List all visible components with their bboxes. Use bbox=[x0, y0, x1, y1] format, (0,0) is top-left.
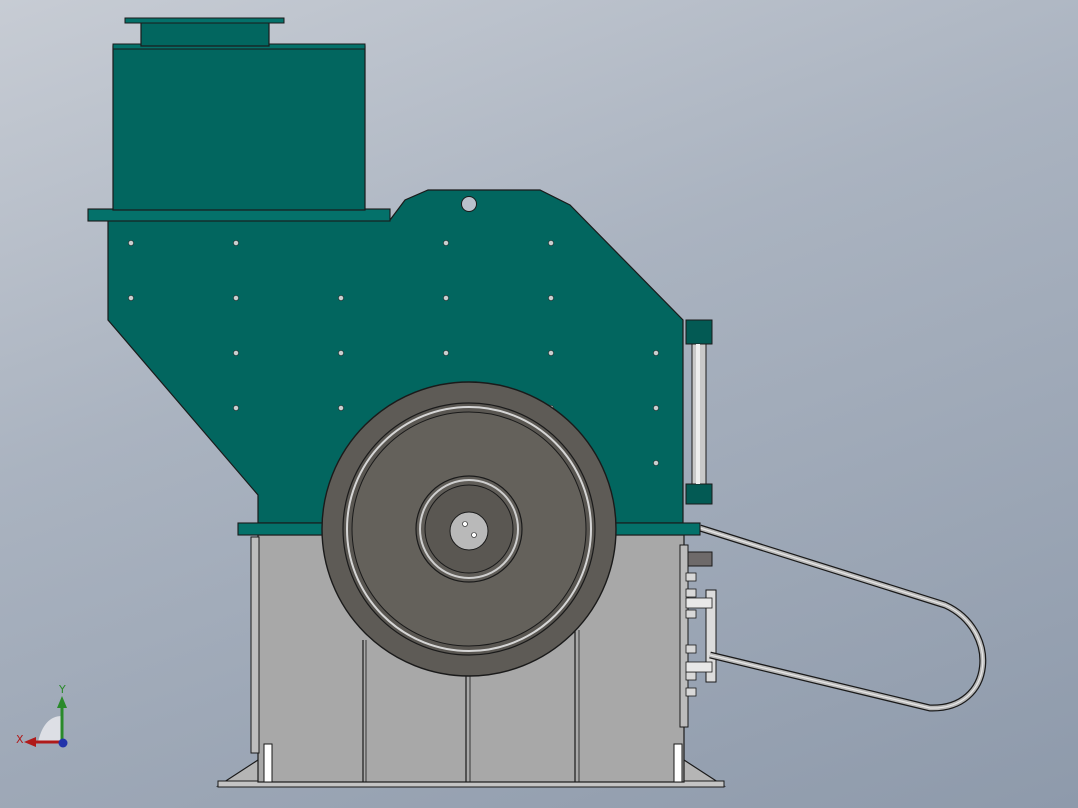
bolt bbox=[685, 588, 697, 598]
lifting-hole bbox=[461, 196, 477, 212]
y-axis-label: Y bbox=[59, 683, 66, 696]
feed-inlet bbox=[140, 21, 270, 47]
shaft-hole bbox=[462, 521, 468, 527]
feed-hopper bbox=[112, 45, 366, 211]
cylinder-highlight bbox=[696, 344, 700, 484]
bolt bbox=[685, 609, 697, 619]
base-left-side-plate bbox=[250, 536, 260, 754]
cylinder-bottom-cap bbox=[685, 483, 713, 505]
crusher-model[interactable] bbox=[0, 0, 1078, 808]
cylinder-top-cap bbox=[685, 319, 713, 345]
base-corner-block bbox=[673, 743, 683, 783]
y-axis-arrow bbox=[57, 696, 67, 708]
housing-top-flange bbox=[87, 208, 391, 222]
bolt bbox=[685, 671, 697, 681]
right-hardware bbox=[685, 524, 987, 712]
base-right-plate bbox=[679, 544, 689, 728]
view-orientation-triad: Y X bbox=[12, 683, 82, 756]
cad-viewport[interactable]: Y X bbox=[0, 0, 1078, 808]
x-axis-arrow bbox=[24, 737, 36, 747]
shaft-end bbox=[449, 511, 489, 551]
bolt bbox=[685, 572, 697, 582]
bolt bbox=[685, 644, 697, 654]
x-axis-label: X bbox=[16, 733, 24, 746]
shaft-hole bbox=[471, 532, 477, 538]
triad-plane bbox=[38, 716, 62, 742]
motor-block bbox=[687, 551, 713, 567]
tension-arm bbox=[685, 597, 713, 609]
feed-inlet-flange bbox=[124, 17, 285, 24]
drive-belt-highlight bbox=[699, 527, 984, 709]
drive-belt bbox=[698, 524, 987, 712]
z-axis-dot bbox=[58, 738, 68, 748]
flywheel bbox=[321, 381, 617, 677]
bolt bbox=[685, 687, 697, 697]
base-corner-block bbox=[263, 743, 273, 783]
tension-arm bbox=[685, 661, 713, 673]
drive-belt-inner bbox=[699, 525, 986, 711]
